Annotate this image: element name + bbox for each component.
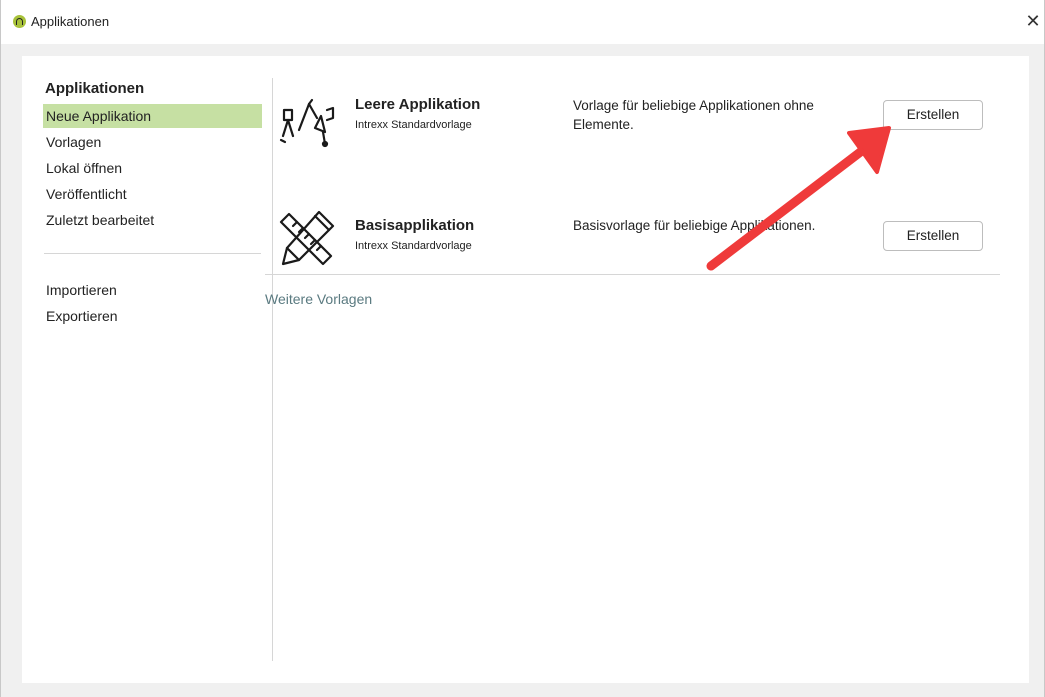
applikationen-window: Applikationen ✕ Applikationen Neue Appli… bbox=[0, 0, 1045, 697]
sidebar-divider bbox=[44, 253, 261, 254]
template-subtitle: Intrexx Standardvorlage bbox=[355, 119, 472, 131]
sidebar: Applikationen Neue Applikation Vorlagen … bbox=[22, 56, 272, 683]
sidebar-item-vorlagen[interactable]: Vorlagen bbox=[43, 130, 262, 154]
title-bar: Applikationen ✕ bbox=[1, 0, 1044, 44]
templates-divider bbox=[265, 274, 1000, 275]
sidebar-item-veroeffentlicht[interactable]: Veröffentlicht bbox=[43, 182, 262, 206]
ruler-pencil-icon bbox=[279, 210, 335, 266]
template-description: Vorlage für beliebige Applikationen ohne… bbox=[573, 98, 814, 132]
template-title: Leere Applikation bbox=[355, 96, 481, 113]
sidebar-item-neue-applikation[interactable]: Neue Applikation bbox=[43, 104, 262, 128]
sidebar-item-lokal-oeffnen[interactable]: Lokal öffnen bbox=[43, 156, 262, 180]
sidebar-item-exportieren[interactable]: Exportieren bbox=[43, 304, 262, 328]
design-tools-icon bbox=[279, 98, 335, 148]
template-basisapplikation: Basisapplikation Intrexx Standardvorlage… bbox=[263, 208, 1003, 318]
sidebar-item-zuletzt-bearbeitet[interactable]: Zuletzt bearbeitet bbox=[43, 208, 262, 232]
intrexx-logo-icon bbox=[13, 15, 26, 28]
sidebar-item-importieren[interactable]: Importieren bbox=[43, 278, 262, 302]
sidebar-heading: Applikationen bbox=[45, 80, 145, 97]
weitere-vorlagen-link[interactable]: Weitere Vorlagen bbox=[265, 291, 372, 307]
erstellen-button[interactable]: Erstellen bbox=[883, 100, 983, 130]
template-title: Basisapplikation bbox=[355, 217, 475, 234]
template-leere-applikation: Leere Applikation Intrexx Standardvorlag… bbox=[263, 88, 1003, 198]
template-description: Basisvorlage für beliebige Applikationen… bbox=[573, 218, 816, 233]
window-title: Applikationen bbox=[31, 14, 110, 29]
erstellen-button[interactable]: Erstellen bbox=[883, 221, 983, 251]
close-button[interactable]: ✕ bbox=[1022, 10, 1044, 32]
template-subtitle: Intrexx Standardvorlage bbox=[355, 240, 472, 252]
